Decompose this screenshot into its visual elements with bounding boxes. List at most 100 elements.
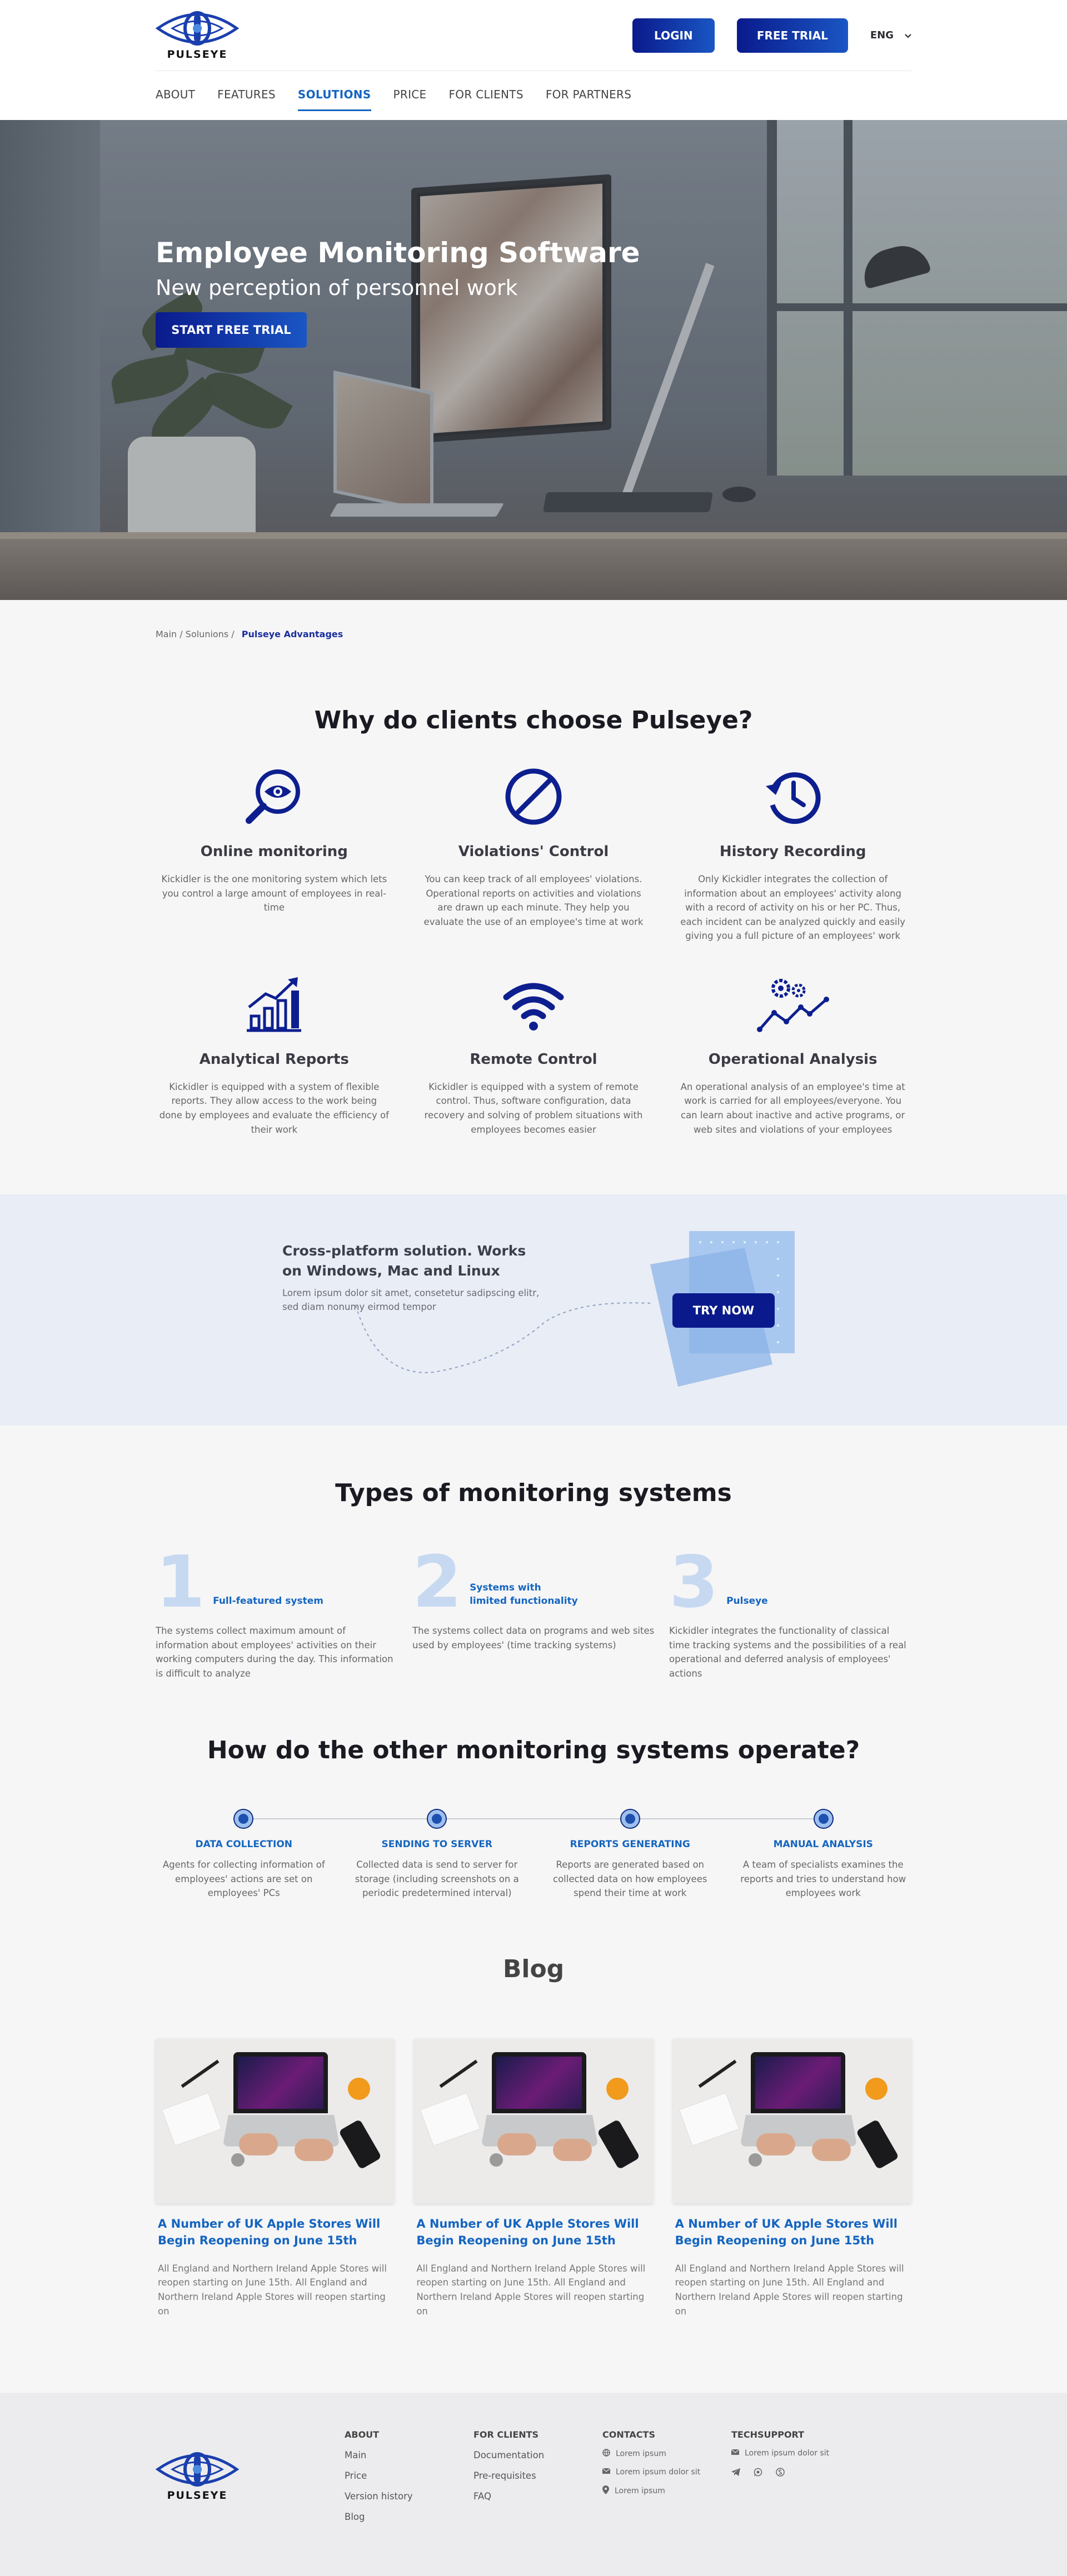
feature-desc: Kickidler is equipped with a system of r… xyxy=(424,1081,643,1135)
footer-link-prerequisites[interactable]: Pre-requisites xyxy=(473,2470,602,2481)
type-desc: The systems collect data on programs and… xyxy=(412,1625,655,1650)
why-section: Why do clients choose Pulseye? Online mo… xyxy=(0,639,1067,1137)
language-label: ENG xyxy=(870,29,894,41)
feature-card: History Recording Only Kickidler integra… xyxy=(674,763,911,943)
why-title: Why do clients choose Pulseye? xyxy=(314,706,753,734)
type-title: Pulseye xyxy=(726,1595,768,1607)
wifi-icon xyxy=(418,971,649,1038)
nav-price[interactable]: PRICE xyxy=(393,88,427,106)
brand-name: PULSEYE xyxy=(167,48,228,61)
mail-icon xyxy=(731,2449,740,2458)
type-title: Systems with limited functionality xyxy=(470,1582,578,1607)
feature-title: Operational Analysis xyxy=(708,1051,877,1068)
process-step: REPORTS GENERATING Reports are generated… xyxy=(542,1839,719,1900)
timeline-dot xyxy=(621,1810,639,1828)
types-section: Types of monitoring systems 1 Full-featu… xyxy=(0,1425,1067,1680)
timeline-dot xyxy=(428,1810,446,1828)
footer-link-faq[interactable]: FAQ xyxy=(473,2491,602,2502)
footer-link-price[interactable]: Price xyxy=(345,2470,473,2481)
feature-desc: You can keep track of all employees' vio… xyxy=(423,874,644,927)
footer-link-main[interactable]: Main xyxy=(345,2450,473,2460)
post-title: A Number of UK Apple Stores Will Begin R… xyxy=(158,2217,381,2248)
post-excerpt: All England and Northern Ireland Apple S… xyxy=(675,2263,904,2317)
step-title: DATA COLLECTION xyxy=(195,1839,293,1850)
process-title: How do the other monitoring systems oper… xyxy=(207,1736,860,1765)
history-clock-icon xyxy=(677,763,908,830)
feature-desc: Kickidler is equipped with a system of f… xyxy=(159,1081,389,1135)
feature-card: Violations' Control You can keep track o… xyxy=(415,763,652,943)
nav-features[interactable]: FEATURES xyxy=(217,88,276,106)
footer-link-blog[interactable]: Blog xyxy=(345,2512,473,2522)
step-title: MANUAL ANALYSIS xyxy=(773,1839,873,1850)
free-trial-button[interactable]: FREE TRIAL xyxy=(736,18,848,53)
process-step: SENDING TO SERVER Collected data is send… xyxy=(349,1839,526,1900)
try-now-button[interactable]: TRY NOW xyxy=(672,1293,775,1328)
footer-link-version-history[interactable]: Version history xyxy=(345,2491,473,2502)
process-step: DATA COLLECTION Agents for collecting in… xyxy=(156,1839,332,1900)
feature-card: Analytical Reports Kickidler is equipped… xyxy=(156,971,393,1137)
magnifier-eye-icon xyxy=(159,763,390,830)
globe-icon xyxy=(602,2449,610,2459)
contact-website[interactable]: Lorem ipsum xyxy=(616,2449,666,2458)
hero-banner: Employee Monitoring Software New percept… xyxy=(0,120,1067,600)
pulseye-eye-icon xyxy=(156,2452,239,2487)
cross-platform-title: Cross-platform solution. Works on Window… xyxy=(282,1243,526,1279)
footer-logo[interactable]: PULSEYE xyxy=(156,2452,239,2502)
timeline-dot xyxy=(235,1810,252,1828)
type-card: 1 Full-featured system The systems colle… xyxy=(156,1547,398,1680)
language-selector[interactable]: ENG xyxy=(870,29,911,41)
location-pin-icon xyxy=(602,2485,609,2497)
blog-post-card[interactable]: A Number of UK Apple Stores Will Begin R… xyxy=(414,2039,653,2318)
login-button[interactable]: LOGIN xyxy=(632,18,715,53)
blog-post-card[interactable]: A Number of UK Apple Stores Will Begin R… xyxy=(156,2039,395,2318)
breadcrumb-solutions[interactable]: Solunions xyxy=(186,629,228,639)
feature-title: Violations' Control xyxy=(458,843,609,860)
footer-heading: CONTACTS xyxy=(602,2429,655,2440)
footer-about-column: ABOUT Main Price Version history Blog xyxy=(345,2429,473,2522)
post-excerpt: All England and Northern Ireland Apple S… xyxy=(158,2263,387,2317)
blog-post-card[interactable]: A Number of UK Apple Stores Will Begin R… xyxy=(672,2039,911,2318)
step-desc: A team of specialists examines the repor… xyxy=(740,1859,906,1899)
footer-clients-column: FOR CLIENTS Documentation Pre-requisites… xyxy=(473,2429,602,2522)
nav-for-partners[interactable]: FOR PARTNERS xyxy=(546,88,631,106)
header-top-bar: PULSEYE LOGIN FREE TRIAL ENG xyxy=(156,0,911,71)
brand-logo[interactable]: PULSEYE xyxy=(156,11,239,61)
type-title: Full-featured system xyxy=(213,1595,323,1607)
post-image xyxy=(414,2039,653,2203)
type-card: 3 Pulseye Kickidler integrates the funct… xyxy=(669,1547,911,1680)
feature-card: Remote Control Kickidler is equipped wit… xyxy=(415,971,652,1137)
process-step: MANUAL ANALYSIS A team of specialists ex… xyxy=(735,1839,912,1900)
types-title: Types of monitoring systems xyxy=(335,1479,732,1508)
skype-icon[interactable] xyxy=(776,2468,785,2479)
whatsapp-icon[interactable] xyxy=(754,2468,762,2479)
type-card: 2 Systems with limited functionality The… xyxy=(412,1547,655,1680)
post-title: A Number of UK Apple Stores Will Begin R… xyxy=(675,2217,898,2248)
nav-solutions[interactable]: SOLUTIONS xyxy=(297,88,371,111)
contact-email[interactable]: Lorem ipsum dolor sit xyxy=(616,2468,700,2477)
start-free-trial-button[interactable]: START FREE TRIAL xyxy=(156,312,307,348)
step-desc: Reports are generated based on collected… xyxy=(553,1859,707,1899)
hero-subtitle: New perception of personnel work xyxy=(156,276,518,300)
process-timeline xyxy=(156,1808,911,1830)
techsupport-email[interactable]: Lorem ipsum dolor sit xyxy=(745,2449,829,2458)
breadcrumb: Main / Solunions / Pulseye Advantages xyxy=(156,629,343,639)
post-excerpt: All England and Northern Ireland Apple S… xyxy=(416,2263,646,2317)
site-header: PULSEYE LOGIN FREE TRIAL ENG ABOUT FEATU… xyxy=(0,0,1067,120)
breadcrumb-main[interactable]: Main xyxy=(156,629,177,639)
brand-name: PULSEYE xyxy=(167,2489,228,2502)
mail-icon xyxy=(602,2468,611,2477)
step-desc: Agents for collecting information of emp… xyxy=(162,1859,325,1899)
contact-address[interactable]: Lorem ipsum xyxy=(615,2487,665,2495)
bar-chart-growth-icon xyxy=(159,971,390,1038)
site-footer: PULSEYE ABOUT Main Price Version history… xyxy=(0,2393,1067,2576)
footer-link-documentation[interactable]: Documentation xyxy=(473,2450,602,2460)
telegram-icon[interactable] xyxy=(731,2468,740,2479)
nav-about[interactable]: ABOUT xyxy=(156,88,195,106)
feature-desc: An operational analysis of an employee's… xyxy=(680,1081,905,1135)
nav-for-clients[interactable]: FOR CLIENTS xyxy=(449,88,523,106)
footer-contacts-column: CONTACTS Lorem ipsum Lorem ipsum dolor s… xyxy=(602,2429,731,2522)
process-section: How do the other monitoring systems oper… xyxy=(0,1680,1067,1900)
type-desc: The systems collect maximum amount of in… xyxy=(156,1625,393,1679)
feature-desc: Only Kickidler integrates the collection… xyxy=(680,874,905,942)
feature-card: Operational Analysis An operational anal… xyxy=(674,971,911,1137)
